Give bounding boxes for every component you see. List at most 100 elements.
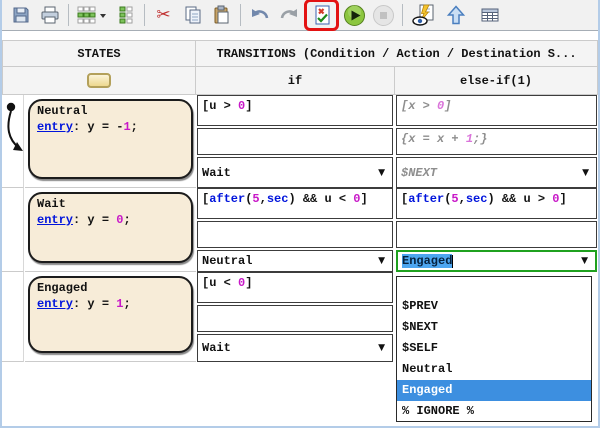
dropdown-arrow-icon[interactable]: ▼	[378, 256, 388, 266]
elseif-transition-cell: [x > 0] {x = x + 1;} $NEXT ▼	[396, 95, 597, 188]
state-cell: Neutral entry: y = -1;	[25, 95, 196, 188]
printer-icon	[40, 5, 60, 25]
update-check-icon	[312, 5, 332, 25]
undo-button[interactable]	[246, 2, 273, 28]
state-entry-code: entry: y = 0;	[37, 213, 184, 227]
redo-button[interactable]	[275, 2, 302, 28]
dropdown-item-blank[interactable]	[397, 277, 591, 296]
append-column-button[interactable]	[112, 2, 139, 28]
dropdown-item-engaged-selected[interactable]: Engaged	[397, 380, 591, 401]
dropdown-item-prev[interactable]: $PREV	[397, 296, 591, 317]
toolbar: ✂	[0, 0, 600, 31]
destination-dropdown-list: $PREV $NEXT $SELF Neutral Engaged % IGNO…	[396, 276, 592, 422]
go-to-parent-button[interactable]	[442, 2, 469, 28]
default-transition-arrow-icon	[2, 95, 24, 165]
scissors-icon: ✂	[156, 7, 170, 24]
dropdown-arrow-icon[interactable]: ▼	[378, 343, 388, 353]
table-row: Wait entry: y = 0; [after(5,sec) && u < …	[0, 188, 600, 272]
row-gutter	[2, 272, 24, 362]
destination-value: $NEXT	[401, 166, 437, 180]
toolbar-separator	[402, 4, 403, 26]
append-row-icon	[76, 5, 108, 25]
if-transition-cell: [u > 0] Wait ▼	[197, 95, 393, 188]
append-row-button[interactable]	[74, 2, 110, 28]
state-cell: Engaged entry: y = 1;	[25, 272, 196, 362]
state-transition-table-window: ✂	[0, 0, 600, 428]
state-box-engaged[interactable]: Engaged entry: y = 1;	[28, 276, 193, 353]
action-cell-placeholder[interactable]: {x = x + 1;}	[396, 128, 597, 155]
dropdown-item-ignore[interactable]: % IGNORE %	[397, 401, 591, 422]
condition-cell-placeholder[interactable]: [x > 0]	[396, 95, 597, 126]
text-cursor	[452, 255, 453, 268]
dropdown-item-next[interactable]: $NEXT	[397, 317, 591, 338]
floppy-disk-icon	[11, 5, 31, 25]
action-cell[interactable]	[197, 221, 393, 248]
state-name: Wait	[37, 197, 184, 211]
table-properties-button[interactable]	[476, 2, 503, 28]
elseif-transition-cell: [after(5,sec) && u > 0] Engaged ▼	[396, 188, 597, 272]
append-column-icon	[116, 5, 136, 25]
destination-cell[interactable]: Neutral ▼	[197, 250, 393, 272]
destination-value: Wait	[202, 166, 231, 180]
cut-button[interactable]: ✂	[150, 2, 177, 28]
copy-icon	[183, 5, 203, 25]
transitions-column-header: TRANSITIONS (Condition / Action / Destin…	[195, 40, 598, 67]
table-row: Neutral entry: y = -1; [u > 0] Wait ▼ [x…	[0, 95, 600, 188]
destination-value: Neutral	[202, 254, 252, 268]
elseif-column-header[interactable]: else-if(1)	[394, 66, 598, 95]
stop-icon	[372, 4, 395, 27]
state-shape-icon	[87, 73, 111, 88]
state-box-wait[interactable]: Wait entry: y = 0;	[28, 192, 193, 263]
lightning-eye-icon	[411, 4, 437, 26]
destination-value: Wait	[202, 341, 231, 355]
action-cell[interactable]	[396, 221, 597, 248]
toolbar-separator	[68, 4, 69, 26]
destination-cell-editing[interactable]: Engaged ▼	[396, 250, 597, 272]
destination-cell[interactable]: Wait ▼	[197, 157, 393, 188]
dropdown-item-neutral[interactable]: Neutral	[397, 359, 591, 380]
clipboard-icon	[212, 5, 232, 25]
condition-cell[interactable]: [after(5,sec) && u > 0]	[396, 188, 597, 219]
copy-button[interactable]	[179, 2, 206, 28]
dropdown-arrow-icon[interactable]: ▼	[378, 168, 388, 178]
up-arrow-icon	[446, 5, 466, 25]
condition-cell[interactable]: [u < 0]	[197, 272, 393, 303]
toolbar-separator	[240, 4, 241, 26]
selected-destination-text: Engaged	[402, 254, 452, 268]
state-name: Engaged	[37, 281, 184, 295]
save-button[interactable]	[7, 2, 34, 28]
row-gutter	[2, 188, 24, 272]
default-transition-gutter	[2, 95, 24, 188]
destination-cell[interactable]: Wait ▼	[197, 334, 393, 362]
dropdown-arrow-icon[interactable]: ▼	[581, 256, 591, 266]
condition-cell[interactable]: [after(5,sec) && u < 0]	[197, 188, 393, 219]
state-box-neutral[interactable]: Neutral entry: y = -1;	[28, 99, 193, 179]
stop-button[interactable]	[370, 2, 397, 28]
action-cell[interactable]	[197, 305, 393, 332]
update-table-button[interactable]	[308, 2, 335, 28]
print-button[interactable]	[36, 2, 63, 28]
action-cell[interactable]	[197, 128, 393, 155]
state-entry-code: entry: y = -1;	[37, 120, 184, 134]
redo-icon	[279, 5, 299, 25]
paste-button[interactable]	[208, 2, 235, 28]
run-button[interactable]	[341, 2, 368, 28]
state-icon-header-cell	[2, 66, 196, 95]
table-grid-icon	[480, 5, 500, 25]
dropdown-item-self[interactable]: $SELF	[397, 338, 591, 359]
if-transition-cell: [after(5,sec) && u < 0] Neutral ▼	[197, 188, 393, 272]
state-entry-code: entry: y = 1;	[37, 297, 184, 311]
toolbar-separator	[144, 4, 145, 26]
if-transition-cell: [u < 0] Wait ▼	[197, 272, 393, 362]
play-icon	[343, 4, 366, 27]
red-highlight-annotation	[304, 0, 339, 31]
state-name: Neutral	[37, 104, 184, 118]
condition-cell[interactable]: [u > 0]	[197, 95, 393, 126]
state-cell: Wait entry: y = 0;	[25, 188, 196, 272]
states-column-header: STATES	[2, 40, 196, 67]
destination-cell-placeholder[interactable]: $NEXT ▼	[396, 157, 597, 188]
highlight-in-diagram-button[interactable]	[408, 2, 440, 28]
undo-icon	[250, 5, 270, 25]
if-column-header[interactable]: if	[195, 66, 395, 95]
dropdown-arrow-icon[interactable]: ▼	[582, 168, 592, 178]
